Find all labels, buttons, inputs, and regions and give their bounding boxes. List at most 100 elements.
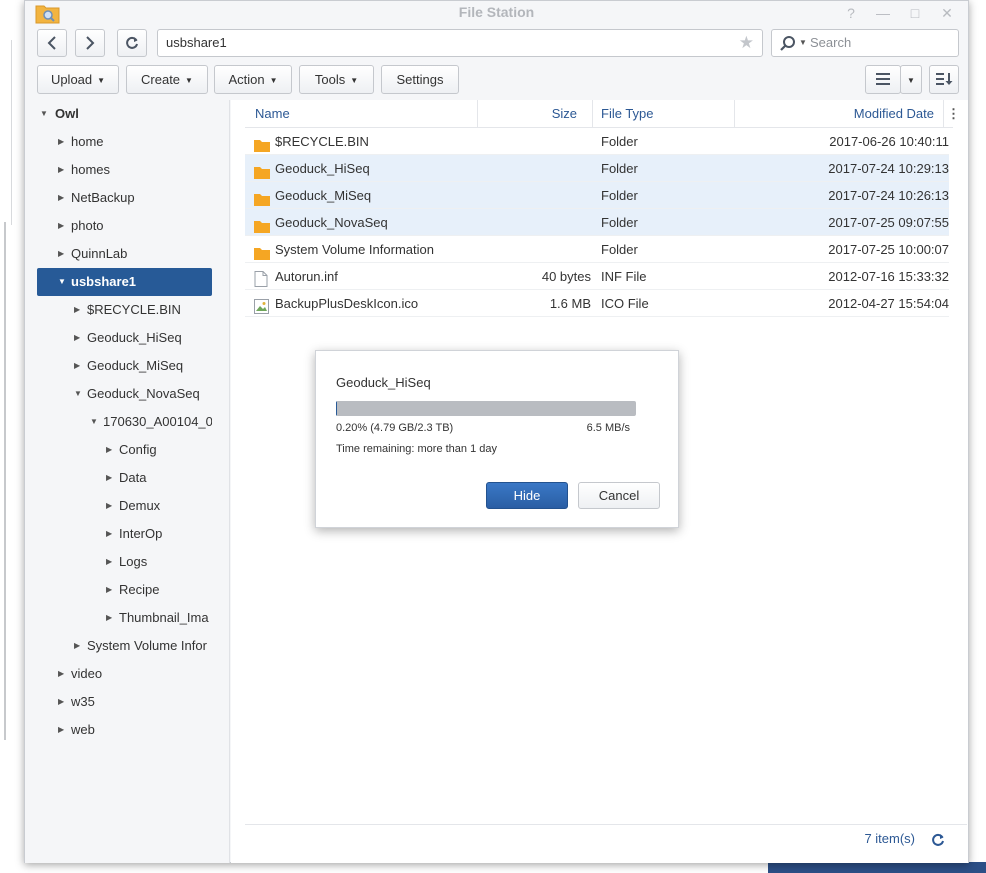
help-icon[interactable]: ?	[842, 4, 860, 22]
tree-item-label: Demux	[119, 498, 161, 513]
tree-item-thumbnail-ima[interactable]: ▶ Thumbnail_Ima	[25, 604, 212, 632]
caret-right-icon[interactable]: ▶	[74, 632, 80, 660]
file-row[interactable]: $RECYCLE.BIN Folder 2017-06-26 10:40:11	[245, 128, 949, 155]
caret-down-icon[interactable]: ▼	[90, 408, 98, 436]
path-input[interactable]: usbshare1 ★	[157, 29, 763, 57]
hide-button[interactable]: Hide	[486, 482, 568, 509]
search-options-chevron-icon[interactable]: ▼	[799, 30, 807, 56]
tree-item-recipe[interactable]: ▶ Recipe	[25, 576, 212, 604]
tree-item-label: NetBackup	[71, 190, 135, 205]
tools-button[interactable]: Tools ▼	[299, 65, 374, 94]
tree-item-video[interactable]: ▶ video	[25, 660, 212, 688]
caret-right-icon[interactable]: ▶	[58, 212, 64, 240]
caret-right-icon[interactable]: ▶	[58, 716, 64, 744]
tree-item-label: $RECYCLE.BIN	[87, 302, 181, 317]
title-bar[interactable]: File Station ? — □ ✕	[25, 1, 968, 25]
tree-item-170630-a00104-0[interactable]: ▼ 170630_A00104_0	[25, 408, 212, 436]
caret-right-icon[interactable]: ▶	[106, 492, 112, 520]
caret-right-icon[interactable]: ▶	[58, 184, 64, 212]
file-row[interactable]: System Volume Information Folder 2017-07-2…	[245, 236, 949, 263]
file-date: 2017-06-26 10:40:11	[829, 134, 949, 149]
minimize-icon[interactable]: —	[874, 4, 892, 22]
file-row[interactable]: Geoduck_NovaSeq Folder 2017-07-25 09:07:55	[245, 209, 949, 236]
status-bar: 7 item(s)	[245, 824, 967, 854]
folder-tree: ▼ Owl ▶ home ▶ homes ▶ NetBackup ▶ photo ▶ QuinnL…	[25, 100, 230, 863]
caret-right-icon[interactable]: ▶	[58, 660, 64, 688]
tree-item-demux[interactable]: ▶ Demux	[25, 492, 212, 520]
maximize-icon[interactable]: □	[906, 4, 924, 22]
column-header-date[interactable]: Modified Date	[791, 100, 934, 128]
file-name: BackupPlusDeskIcon.ico	[275, 296, 419, 311]
action-button[interactable]: Action ▼	[214, 65, 292, 94]
tree-item-geoduck-novaseq[interactable]: ▼ Geoduck_NovaSeq	[25, 380, 212, 408]
sort-icon	[936, 73, 953, 85]
create-button[interactable]: Create ▼	[126, 65, 208, 94]
progress-text: 0.20% (4.79 GB/2.3 TB)	[336, 422, 454, 434]
refresh-icon[interactable]	[931, 833, 945, 847]
tree-item-photo[interactable]: ▶ photo	[25, 212, 212, 240]
caret-right-icon[interactable]: ▶	[74, 296, 80, 324]
caret-right-icon[interactable]: ▶	[106, 520, 112, 548]
list-view-button[interactable]	[865, 65, 901, 94]
file-row[interactable]: BackupPlusDeskIcon.ico 1.6 MB ICO File 2012…	[245, 290, 949, 317]
star-icon[interactable]: ★	[739, 30, 754, 56]
caret-right-icon[interactable]: ▶	[58, 240, 64, 268]
tree-item-geoduck-miseq[interactable]: ▶ Geoduck_MiSeq	[25, 352, 212, 380]
tree-item-homes[interactable]: ▶ homes	[25, 156, 212, 184]
cancel-button[interactable]: Cancel	[578, 482, 660, 509]
tree-item-label: Geoduck_MiSeq	[87, 358, 184, 373]
file-size: 1.6 MB	[549, 296, 591, 311]
caret-right-icon[interactable]: ▶	[106, 604, 112, 632]
tree-item-system-volume-infor[interactable]: ▶ System Volume Infor	[25, 632, 212, 660]
tree-item-label: Thumbnail_Ima	[119, 610, 209, 625]
file-type: Folder	[601, 161, 638, 176]
caret-right-icon[interactable]: ▶	[58, 688, 64, 716]
column-menu-icon[interactable]: ⋮	[947, 100, 960, 128]
tree-item-config[interactable]: ▶ Config	[25, 436, 212, 464]
refresh-button[interactable]	[117, 29, 147, 57]
tree-item-recycle-bin[interactable]: ▶ $RECYCLE.BIN	[25, 296, 212, 324]
file-row[interactable]: Autorun.inf 40 bytes INF File 2012-07-16 15…	[245, 263, 949, 290]
back-button[interactable]	[37, 29, 67, 57]
tree-item-interop[interactable]: ▶ InterOp	[25, 520, 212, 548]
tree-item-geoduck-hiseq[interactable]: ▶ Geoduck_HiSeq	[25, 324, 212, 352]
tree-item-quinnlab[interactable]: ▶ QuinnLab	[25, 240, 212, 268]
file-row[interactable]: Geoduck_HiSeq Folder 2017-07-24 10:29:13	[245, 155, 949, 182]
caret-right-icon[interactable]: ▶	[74, 352, 80, 380]
caret-right-icon[interactable]: ▶	[106, 548, 112, 576]
close-icon[interactable]: ✕	[938, 4, 956, 22]
tree-item-data[interactable]: ▶ Data	[25, 464, 212, 492]
tree-item-web[interactable]: ▶ web	[25, 716, 212, 744]
file-date: 2017-07-25 10:00:07	[828, 242, 949, 257]
view-options-button[interactable]: ▼	[900, 65, 922, 94]
column-header-size[interactable]: Size	[541, 100, 577, 128]
tree-item-netbackup[interactable]: ▶ NetBackup	[25, 184, 212, 212]
tree-item-label: web	[71, 722, 95, 737]
file-row[interactable]: Geoduck_MiSeq Folder 2017-07-24 10:26:13	[245, 182, 949, 209]
file-name: Autorun.inf	[275, 269, 338, 284]
settings-button[interactable]: Settings	[381, 65, 459, 94]
column-header-type[interactable]: File Type	[601, 100, 654, 128]
tree-item-label: Logs	[119, 554, 148, 569]
file-size: 40 bytes	[541, 269, 591, 284]
caret-right-icon[interactable]: ▶	[58, 156, 64, 184]
tree-item-owl[interactable]: ▼ Owl	[25, 100, 212, 128]
sort-button[interactable]	[929, 65, 959, 94]
caret-right-icon[interactable]: ▶	[106, 576, 112, 604]
column-header-name[interactable]: Name	[255, 100, 290, 128]
caret-right-icon[interactable]: ▶	[106, 464, 112, 492]
caret-right-icon[interactable]: ▶	[58, 128, 64, 156]
caret-right-icon[interactable]: ▶	[106, 436, 112, 464]
tree-item-home[interactable]: ▶ home	[25, 128, 212, 156]
search-placeholder: Search	[810, 35, 852, 50]
caret-down-icon[interactable]: ▼	[58, 268, 66, 296]
upload-button[interactable]: Upload ▼	[37, 65, 119, 94]
tree-item-w35[interactable]: ▶ w35	[25, 688, 212, 716]
forward-button[interactable]	[75, 29, 105, 57]
chevron-down-icon: ▼	[185, 76, 193, 85]
tree-item-usbshare1[interactable]: ▼ usbshare1	[37, 268, 212, 296]
search-input[interactable]: ▼ Search	[771, 29, 959, 57]
caret-right-icon[interactable]: ▶	[74, 324, 80, 352]
tree-item-logs[interactable]: ▶ Logs	[25, 548, 212, 576]
caret-down-icon[interactable]: ▼	[74, 380, 82, 408]
